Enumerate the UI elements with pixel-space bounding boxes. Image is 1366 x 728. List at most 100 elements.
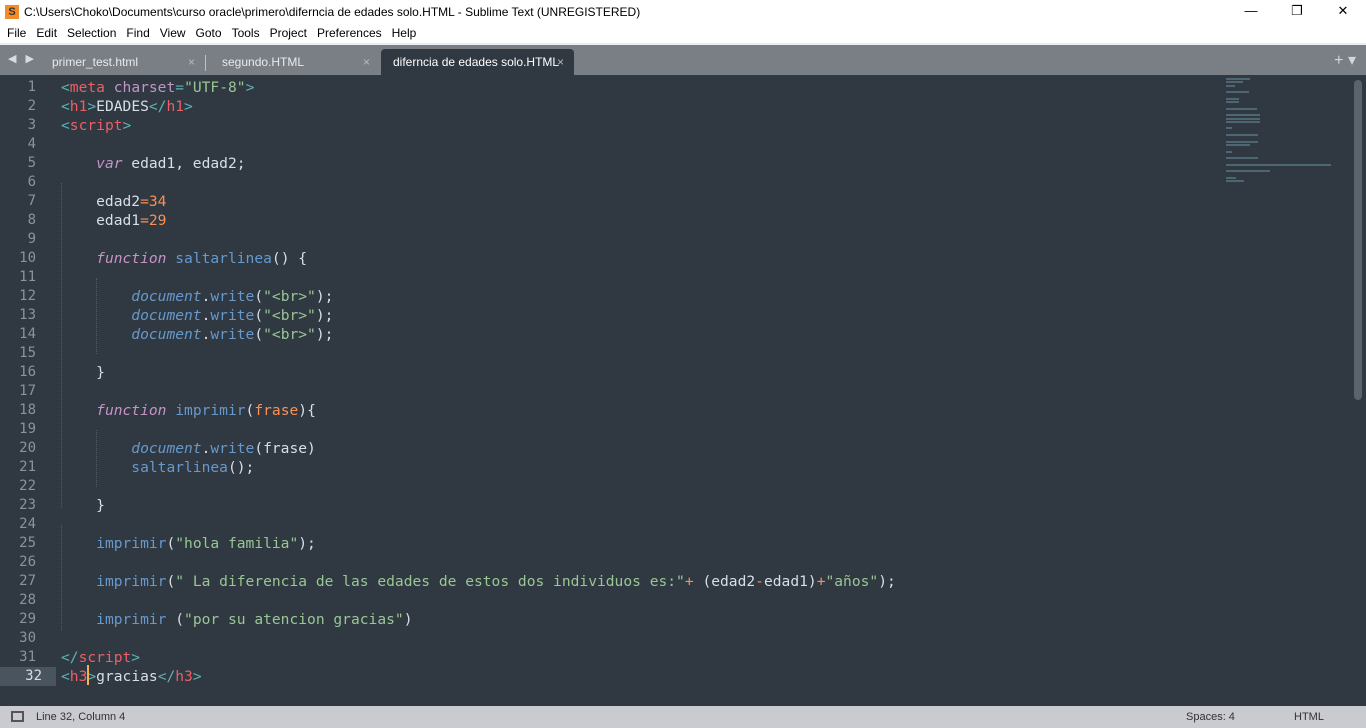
code-line: <h1>EDADES</h1> — [61, 97, 896, 116]
tab-divider — [205, 55, 206, 71]
code-line: <meta charset="UTF-8"> — [61, 78, 896, 97]
minimap-line — [1226, 157, 1258, 160]
line-number: 29 — [19, 611, 36, 627]
line-number: 11 — [19, 269, 36, 285]
minimap-line — [1226, 120, 1261, 123]
tab-close-icon[interactable]: × — [363, 49, 370, 75]
token-plain: (frase) — [254, 440, 316, 457]
token-kw: var — [96, 155, 123, 172]
line-number-gutter: 1 2 3 4 5 6 7 8 9 10 11 12 13 14 15 16 17 18 19 20 21 22 23 24 2… — [0, 78, 56, 686]
token-fn: imprimir — [96, 611, 167, 628]
menu-tools[interactable]: Tools — [227, 26, 265, 40]
menu-goto[interactable]: Goto — [191, 26, 227, 40]
menu-find[interactable]: Find — [121, 26, 154, 40]
token-fn: write — [210, 326, 255, 343]
new-tab-and-list-icon[interactable]: + ▾ — [1334, 50, 1356, 70]
toggle-panel-icon[interactable] — [11, 711, 24, 722]
token-str: "años" — [825, 573, 879, 590]
minimap[interactable] — [1226, 78, 1336, 183]
vertical-scrollbar[interactable] — [1354, 80, 1362, 400]
line-number: 15 — [19, 345, 36, 361]
menu-project[interactable]: Project — [265, 26, 312, 40]
syntax-setting[interactable]: HTML — [1294, 706, 1324, 728]
tab-nav-arrows-icon[interactable]: ◀ ▶ — [8, 52, 37, 65]
menu-edit[interactable]: Edit — [31, 26, 62, 40]
token-attr: charset — [113, 79, 176, 96]
token-kw: function — [96, 250, 167, 267]
token-op: - — [755, 573, 764, 590]
menu-view[interactable]: View — [155, 26, 191, 40]
minimap-line — [1226, 176, 1236, 179]
line-number: 24 — [19, 516, 36, 532]
token-plain: (); — [227, 459, 255, 476]
code-line: edad2=34 — [61, 192, 896, 211]
token-plain: } — [61, 364, 105, 381]
token-fn: imprimir — [96, 535, 167, 552]
code-editor[interactable]: <meta charset="UTF-8"> <h1>EDADES</h1> <sc… — [61, 78, 896, 686]
title-bar: S C:\Users\Choko\Documents\curso oracle\… — [0, 0, 1366, 23]
token-plain: ( — [254, 326, 264, 343]
tab-primer-test[interactable]: primer_test.html × — [40, 49, 205, 77]
line-number: 18 — [19, 402, 36, 418]
minimap-line — [1226, 140, 1258, 143]
token-plain: ( — [166, 573, 176, 590]
indentation-setting[interactable]: Spaces: 4 — [1186, 706, 1235, 728]
token-plain: () { — [271, 250, 308, 267]
maximize-button[interactable]: ❐ — [1274, 0, 1320, 23]
token-punct: </ — [61, 649, 79, 666]
token-plain: edad1) — [763, 573, 817, 590]
token-tag: script — [78, 649, 132, 666]
code-line: saltarlinea(); — [61, 458, 896, 477]
line-number: 31 — [19, 649, 36, 665]
code-line: document.write("<br>"); — [61, 287, 896, 306]
code-line: imprimir(" La diferencia de las edades d… — [61, 572, 896, 591]
token-plain: edad1, edad2; — [122, 155, 246, 172]
text-caret — [87, 665, 89, 685]
token-punct: > — [192, 668, 202, 685]
tab-close-icon[interactable]: × — [188, 49, 195, 75]
token-plain: edad2 — [61, 193, 141, 210]
token-tag: h1 — [166, 98, 185, 115]
line-number: 30 — [19, 630, 36, 646]
menu-preferences[interactable]: Preferences — [312, 26, 387, 40]
token-fn: write — [210, 440, 255, 457]
tab-diferncia-de-edades[interactable]: diferncia de edades solo.HTML × — [381, 49, 574, 77]
line-number: 28 — [19, 592, 36, 608]
minimap-line — [1226, 114, 1261, 117]
line-number: 1 — [27, 79, 36, 95]
line-number: 2 — [27, 98, 36, 114]
menu-selection[interactable]: Selection — [62, 26, 121, 40]
token-fn: imprimir — [175, 402, 246, 419]
minimap-line — [1226, 180, 1244, 183]
tab-segundo[interactable]: segundo.HTML × — [210, 49, 380, 77]
minimap-line — [1226, 91, 1250, 94]
line-number: 19 — [19, 421, 36, 437]
token-str: "por su atencion gracias" — [184, 611, 404, 628]
token-punct: </ — [157, 668, 176, 685]
close-button[interactable]: ✕ — [1320, 0, 1366, 23]
token-num: 29 — [148, 212, 167, 229]
token-str: "UTF-8" — [184, 79, 246, 96]
token-obj: document — [131, 288, 202, 305]
token-plain: ); — [878, 573, 896, 590]
token-plain: ( — [254, 288, 264, 305]
token-plain: EDADES — [96, 98, 149, 115]
tab-close-icon[interactable]: × — [557, 49, 564, 75]
menu-help[interactable]: Help — [387, 26, 422, 40]
cursor-position: Line 32, Column 4 — [36, 711, 126, 723]
minimize-button[interactable]: — — [1228, 0, 1274, 23]
code-line: document.write(frase) — [61, 439, 896, 458]
token-tag: h1 — [69, 98, 88, 115]
menu-file[interactable]: File — [2, 26, 31, 40]
line-number: 5 — [27, 155, 36, 171]
